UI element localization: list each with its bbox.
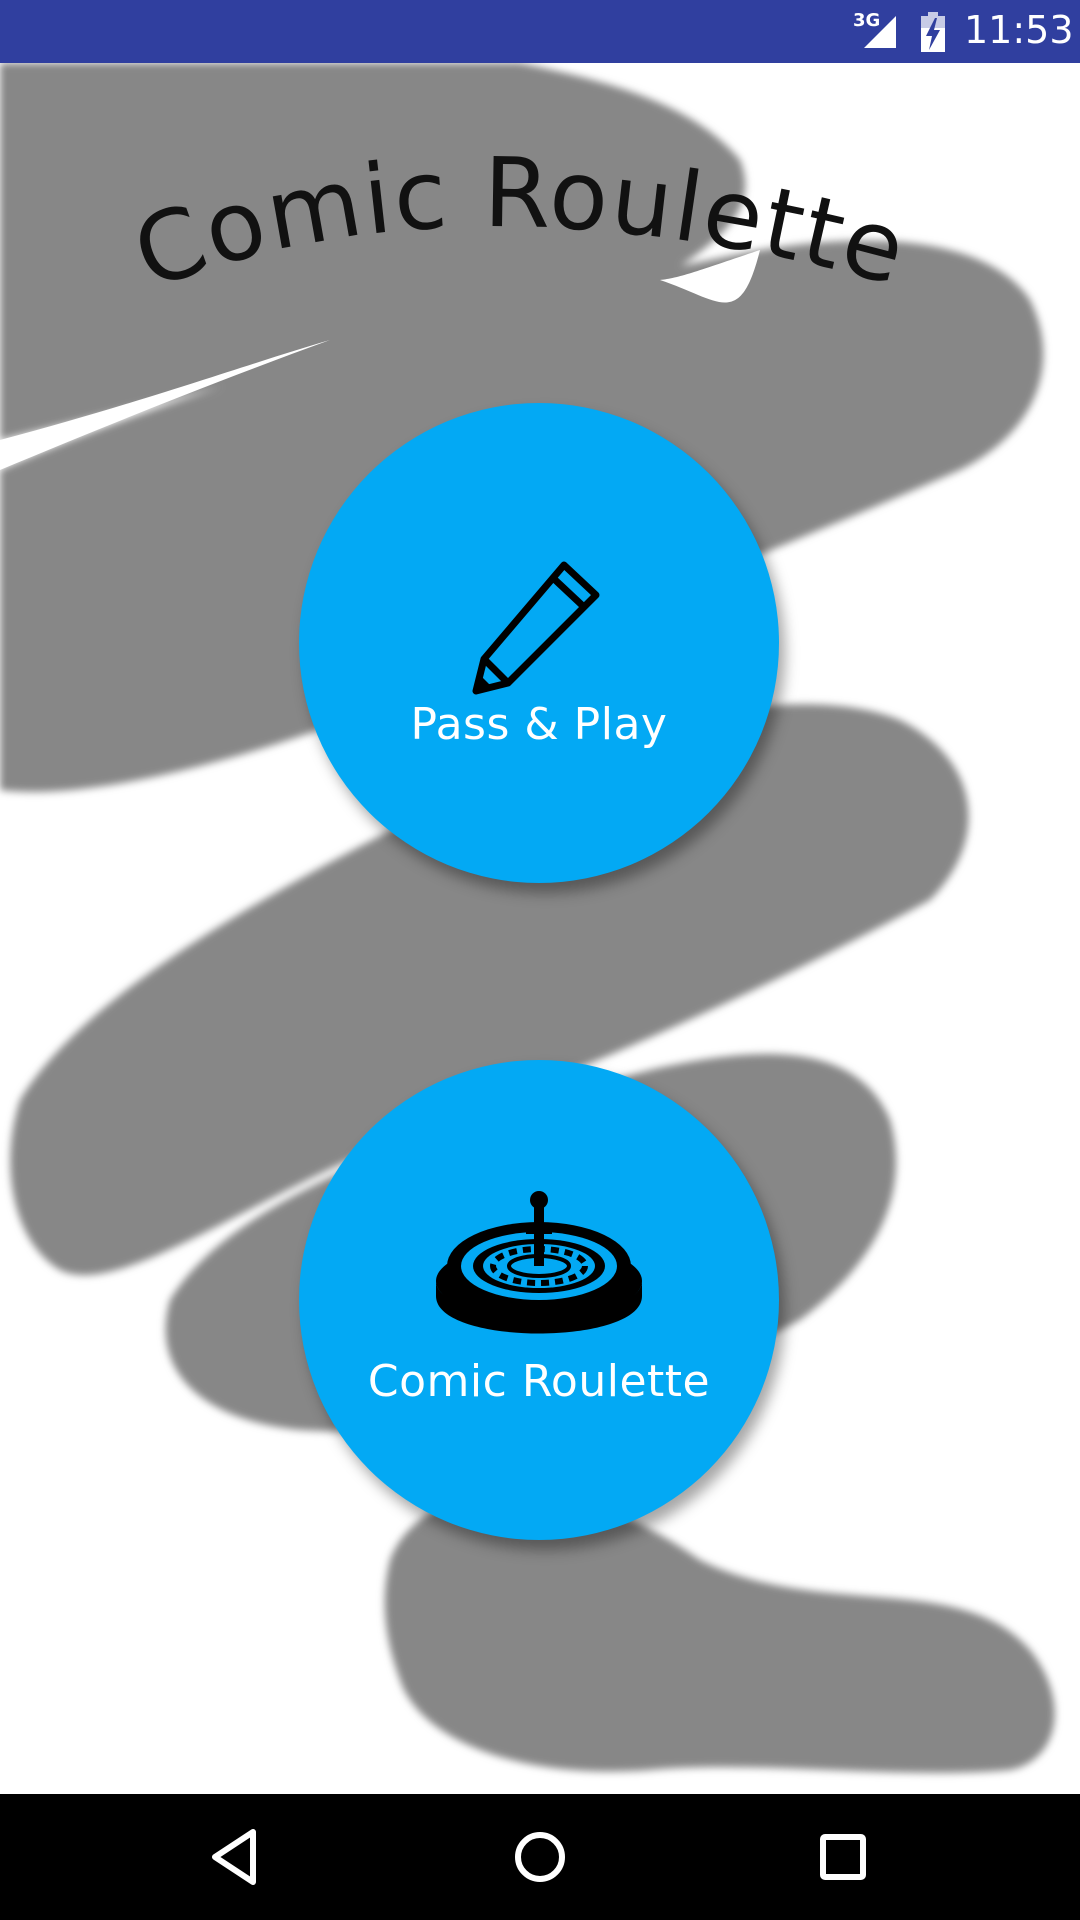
app-title-banner: Comic Roulette	[120, 137, 918, 311]
comic-roulette-button[interactable]: Comic Roulette	[299, 1060, 779, 1540]
app-screen: 3G 11:53 Comic Roulette Pass & Play Comi…	[0, 0, 1080, 1920]
battery-charging-icon	[921, 12, 945, 52]
signal-icon	[864, 16, 896, 48]
pencil-icon	[472, 561, 600, 695]
pass-and-play-button[interactable]: Pass & Play	[299, 403, 779, 883]
recents-square-icon[interactable]	[808, 1822, 878, 1892]
status-clock: 11:53	[964, 8, 1074, 52]
app-title-text: Comic Roulette	[120, 137, 916, 311]
back-triangle-icon[interactable]	[201, 1822, 271, 1892]
navigation-bar	[0, 1794, 1080, 1920]
app-title: Comic Roulette	[120, 137, 918, 311]
home-circle-icon[interactable]	[505, 1822, 575, 1892]
comic-roulette-label: Comic Roulette	[367, 1356, 711, 1407]
pass-and-play-label: Pass & Play	[410, 699, 668, 750]
roulette-wheel-icon	[436, 1191, 642, 1334]
status-bar: 3G 11:53	[0, 0, 1080, 63]
